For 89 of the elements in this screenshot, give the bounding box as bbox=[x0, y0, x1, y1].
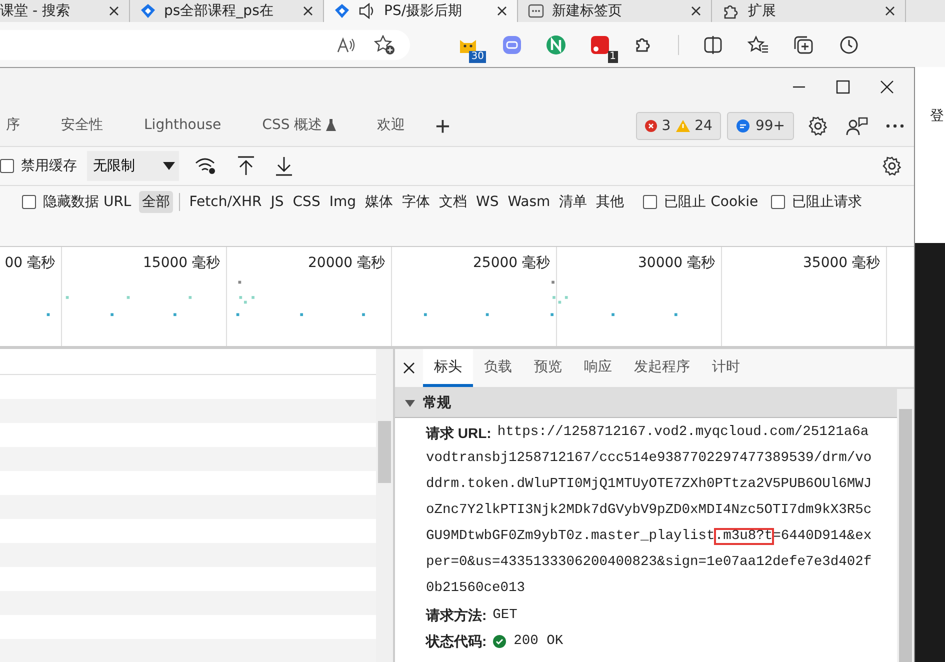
devtools-tab[interactable]: 序 bbox=[6, 105, 20, 146]
history-icon[interactable] bbox=[839, 34, 859, 54]
tab-title: 新建标签页 bbox=[552, 2, 623, 20]
feedback-icon[interactable] bbox=[846, 116, 868, 136]
detail-tab[interactable]: 预览 bbox=[523, 349, 573, 387]
filter-button[interactable]: 其他 bbox=[593, 191, 628, 213]
settings-icon[interactable] bbox=[882, 156, 902, 176]
error-icon bbox=[644, 120, 657, 132]
request-url-text: 请求 URL: https://1258712167.vod2.myqcloud.com/25121a6avodtransbj1258712167/ccc514e9387702297477389539/drm/voddrm.token.dWluPTI0MjQ1MTUyOTE7ZXh0PTtza2V5PUB6OUl6MWJoZnc7Y2lkPTI3Njk2MDk7dGVybV9pZD0xMDI4Nzc5OTI7dm9kX3R5cGU9MDtwbGF0Zm9ybT0z.master_playlist.m3u8?t=6440D914&exper=0&us=4335133306200400823&sign=1e07aa12defe7e3d402f0b21560ce013 bbox=[424, 424, 873, 598]
more-icon[interactable] bbox=[886, 122, 904, 128]
filter-button[interactable]: Wasm bbox=[504, 192, 554, 212]
count-badge: 30 bbox=[469, 50, 486, 62]
filter-button[interactable]: 媒体 bbox=[362, 191, 396, 213]
section-header[interactable]: 常规 bbox=[395, 389, 897, 418]
detail-tab[interactable]: 计时 bbox=[701, 349, 751, 387]
speaker-icon bbox=[358, 3, 376, 19]
tab-label: 欢迎 bbox=[377, 116, 406, 134]
checkbox[interactable]: 已阻止 Cookie bbox=[643, 193, 758, 211]
filter-button[interactable]: Fetch/XHR bbox=[186, 192, 265, 212]
filter-button[interactable]: JS bbox=[268, 192, 287, 212]
tab-title: 扩展 bbox=[748, 2, 777, 20]
tab-label: CSS 概述 bbox=[262, 116, 322, 134]
detail-tab[interactable]: 响应 bbox=[573, 349, 623, 387]
field-value: 200 OK bbox=[514, 632, 564, 650]
letter-n-icon[interactable] bbox=[546, 34, 566, 54]
diamond-icon bbox=[140, 3, 156, 19]
scrollbar-thumb[interactable] bbox=[899, 409, 912, 662]
maximize-icon[interactable] bbox=[836, 80, 850, 94]
checkbox[interactable]: 已阻止请求 bbox=[771, 193, 862, 211]
filter-button[interactable]: 字体 bbox=[399, 191, 433, 213]
tab-title: ps全部课程_ps在 bbox=[164, 2, 274, 20]
filter-button[interactable]: 清单 bbox=[556, 191, 590, 213]
tab-title: PS/摄影后期 bbox=[384, 2, 464, 20]
detail-tab[interactable]: 发起程序 bbox=[623, 349, 701, 387]
filter-button[interactable]: 文档 bbox=[436, 191, 470, 213]
browser-tab[interactable]: PS/摄影后期 bbox=[324, 0, 518, 22]
tab-label: 安全性 bbox=[61, 116, 103, 134]
filter-button[interactable]: CSS bbox=[290, 192, 324, 212]
checkbox[interactable]: 禁用缓存 bbox=[0, 157, 77, 175]
field-label: 请求方法: bbox=[426, 606, 487, 624]
warning-icon bbox=[676, 120, 690, 132]
star-plus-icon[interactable] bbox=[374, 34, 396, 54]
checkbox[interactable]: 隐藏数据 URL bbox=[22, 193, 132, 211]
collections-icon[interactable] bbox=[793, 34, 815, 54]
devtools-tab[interactable]: Lighthouse bbox=[144, 105, 222, 146]
field-label: 状态代码: bbox=[426, 632, 487, 650]
close-icon[interactable] bbox=[109, 6, 119, 16]
issues-counter[interactable]: 3 24 bbox=[636, 112, 722, 140]
throttling-dropdown[interactable]: 无限制 bbox=[87, 151, 179, 181]
close-icon[interactable] bbox=[497, 6, 507, 16]
count-badge: 1 bbox=[608, 50, 618, 62]
devtools-tab[interactable]: 欢迎 bbox=[377, 105, 406, 146]
field-value: GET bbox=[492, 606, 518, 624]
read-aloud-icon[interactable] bbox=[336, 36, 356, 54]
message-count: 99+ bbox=[755, 118, 785, 134]
close-icon[interactable] bbox=[303, 6, 313, 16]
upload-icon[interactable] bbox=[237, 156, 255, 176]
settings-icon[interactable] bbox=[808, 116, 828, 136]
close-icon[interactable] bbox=[885, 6, 895, 16]
close-icon[interactable] bbox=[880, 80, 894, 94]
messages-counter[interactable]: 99+ bbox=[727, 112, 794, 140]
close-icon bbox=[403, 362, 415, 374]
time-tick-label: 35000 毫秒 bbox=[722, 247, 887, 346]
page-text: 登 bbox=[930, 108, 944, 124]
wifi-gear-icon[interactable] bbox=[195, 157, 217, 175]
favorites-icon[interactable] bbox=[747, 34, 769, 54]
tab-label: Lighthouse bbox=[144, 116, 222, 132]
close-icon[interactable] bbox=[691, 6, 701, 16]
scrollbar-thumb[interactable] bbox=[378, 421, 391, 483]
filter-button[interactable]: Img bbox=[326, 192, 359, 212]
add-tab-button[interactable]: + bbox=[435, 112, 450, 138]
split-screen-icon[interactable] bbox=[703, 34, 723, 54]
tab-title: 课堂 - 搜索 bbox=[0, 2, 71, 20]
record-app-icon[interactable] bbox=[590, 34, 610, 54]
filter-button[interactable]: WS bbox=[473, 192, 502, 212]
chat-bubble-icon bbox=[736, 118, 750, 132]
page-icon bbox=[528, 3, 544, 19]
download-icon[interactable] bbox=[275, 156, 293, 176]
time-tick-label: 00 毫秒 bbox=[0, 247, 62, 346]
warning-count: 24 bbox=[694, 118, 712, 134]
tab-label: 序 bbox=[6, 116, 20, 134]
devtools-tab[interactable]: 安全性 bbox=[61, 105, 103, 146]
detail-tab[interactable]: 标头 bbox=[423, 349, 473, 387]
filter-button[interactable]: 全部 bbox=[139, 191, 174, 213]
devtools-tab[interactable]: CSS 概述 bbox=[262, 105, 336, 146]
detail-tab[interactable]: 负载 bbox=[473, 349, 523, 387]
error-count: 3 bbox=[662, 118, 671, 134]
caret-icon bbox=[163, 162, 175, 170]
diamond-icon bbox=[334, 3, 350, 19]
